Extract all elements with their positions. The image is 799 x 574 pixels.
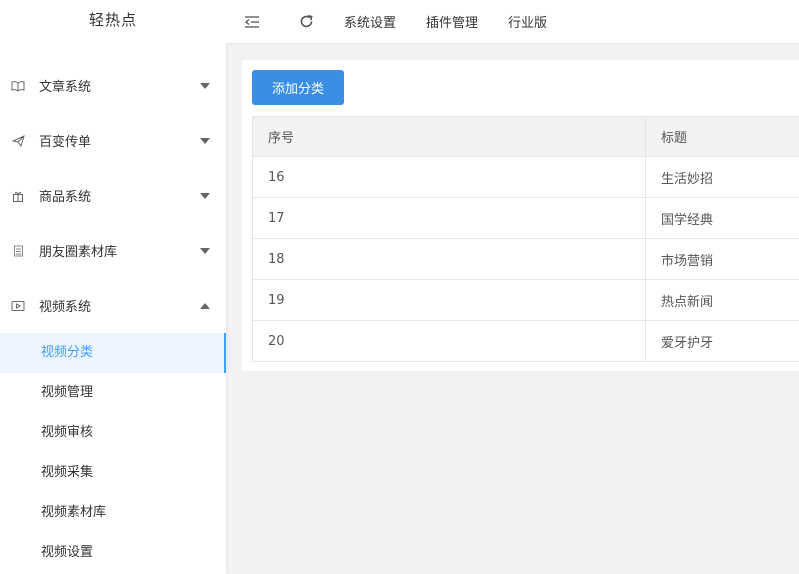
sidebar-item-label: 商品系统 bbox=[39, 190, 92, 205]
nav-industry-edition[interactable]: 行业版 bbox=[508, 12, 547, 31]
category-table: 序号 标题 16 生活妙招 17 国学经典 18 市场营销 19 热点新闻 20… bbox=[252, 116, 799, 362]
sidebar-menu: 文章系统 百变传单 商品系统 朋友圈素材库 视频系统 视频分类 视频管理 视频审… bbox=[0, 58, 226, 573]
submenu-item-video-review[interactable]: 视频审核 bbox=[0, 413, 226, 453]
sidebar-item-goods[interactable]: 商品系统 bbox=[0, 168, 226, 223]
video-submenu: 视频分类 视频管理 视频审核 视频采集 视频素材库 视频设置 bbox=[0, 333, 226, 573]
sidebar-item-video[interactable]: 视频系统 bbox=[0, 278, 226, 333]
table-row[interactable]: 16 生活妙招 bbox=[252, 156, 799, 198]
sidebar: 轻热点 文章系统 百变传单 商品系统 朋友圈素材库 视频系统 视频分类 视频管理… bbox=[0, 0, 226, 574]
cell-id: 17 bbox=[252, 197, 646, 239]
chevron-up-icon bbox=[200, 302, 210, 309]
sidebar-item-article[interactable]: 文章系统 bbox=[0, 58, 226, 113]
category-panel: 添加分类 序号 标题 16 生活妙招 17 国学经典 18 市场营销 19 热点… bbox=[242, 60, 799, 371]
book-icon bbox=[11, 79, 25, 93]
paper-plane-icon bbox=[11, 134, 25, 148]
app: 轻热点 文章系统 百变传单 商品系统 朋友圈素材库 视频系统 视频分类 视频管理… bbox=[0, 0, 799, 574]
submenu-item-video-library[interactable]: 视频素材库 bbox=[0, 493, 226, 533]
sidebar-item-label: 文章系统 bbox=[39, 80, 92, 95]
sidebar-item-flyer[interactable]: 百变传单 bbox=[0, 113, 226, 168]
chevron-down-icon bbox=[200, 137, 210, 144]
sidebar-item-label: 视频系统 bbox=[39, 300, 92, 315]
cell-id: 19 bbox=[252, 279, 646, 321]
column-header-id: 序号 bbox=[252, 116, 646, 157]
cell-title: 国学经典 bbox=[645, 197, 799, 239]
table-row[interactable]: 18 市场营销 bbox=[252, 238, 799, 280]
submenu-item-video-manage[interactable]: 视频管理 bbox=[0, 373, 226, 413]
sidebar-item-moments[interactable]: 朋友圈素材库 bbox=[0, 223, 226, 278]
sidebar-item-label: 朋友圈素材库 bbox=[39, 245, 118, 260]
submenu-item-video-category[interactable]: 视频分类 bbox=[0, 333, 226, 373]
table-row[interactable]: 17 国学经典 bbox=[252, 197, 799, 239]
top-header: 系统设置 插件管理 行业版 bbox=[226, 0, 799, 44]
cell-id: 18 bbox=[252, 238, 646, 280]
gift-icon bbox=[11, 189, 25, 203]
cell-title: 爱牙护牙 bbox=[645, 320, 799, 362]
submenu-item-video-collect[interactable]: 视频采集 bbox=[0, 453, 226, 493]
chevron-down-icon bbox=[200, 247, 210, 254]
cell-id: 20 bbox=[252, 320, 646, 362]
add-category-button[interactable]: 添加分类 bbox=[252, 70, 344, 105]
chevron-down-icon bbox=[200, 192, 210, 199]
table-header-row: 序号 标题 bbox=[252, 116, 799, 157]
sidebar-item-label: 百变传单 bbox=[39, 135, 92, 150]
nav-system-settings[interactable]: 系统设置 bbox=[344, 12, 396, 31]
nav-plugin-management[interactable]: 插件管理 bbox=[426, 12, 478, 31]
table-row[interactable]: 20 爱牙护牙 bbox=[252, 320, 799, 362]
chevron-down-icon bbox=[200, 82, 210, 89]
cell-id: 16 bbox=[252, 156, 646, 198]
cell-title: 市场营销 bbox=[645, 238, 799, 280]
refresh-icon[interactable] bbox=[298, 14, 314, 30]
app-logo: 轻热点 bbox=[88, 11, 137, 29]
document-icon bbox=[11, 244, 25, 258]
submenu-item-video-settings[interactable]: 视频设置 bbox=[0, 533, 226, 573]
cell-title: 热点新闻 bbox=[645, 279, 799, 321]
table-row[interactable]: 19 热点新闻 bbox=[252, 279, 799, 321]
cell-title: 生活妙招 bbox=[645, 156, 799, 198]
collapse-menu-icon[interactable] bbox=[244, 14, 260, 30]
video-icon bbox=[11, 299, 25, 313]
column-header-title: 标题 bbox=[645, 116, 799, 157]
